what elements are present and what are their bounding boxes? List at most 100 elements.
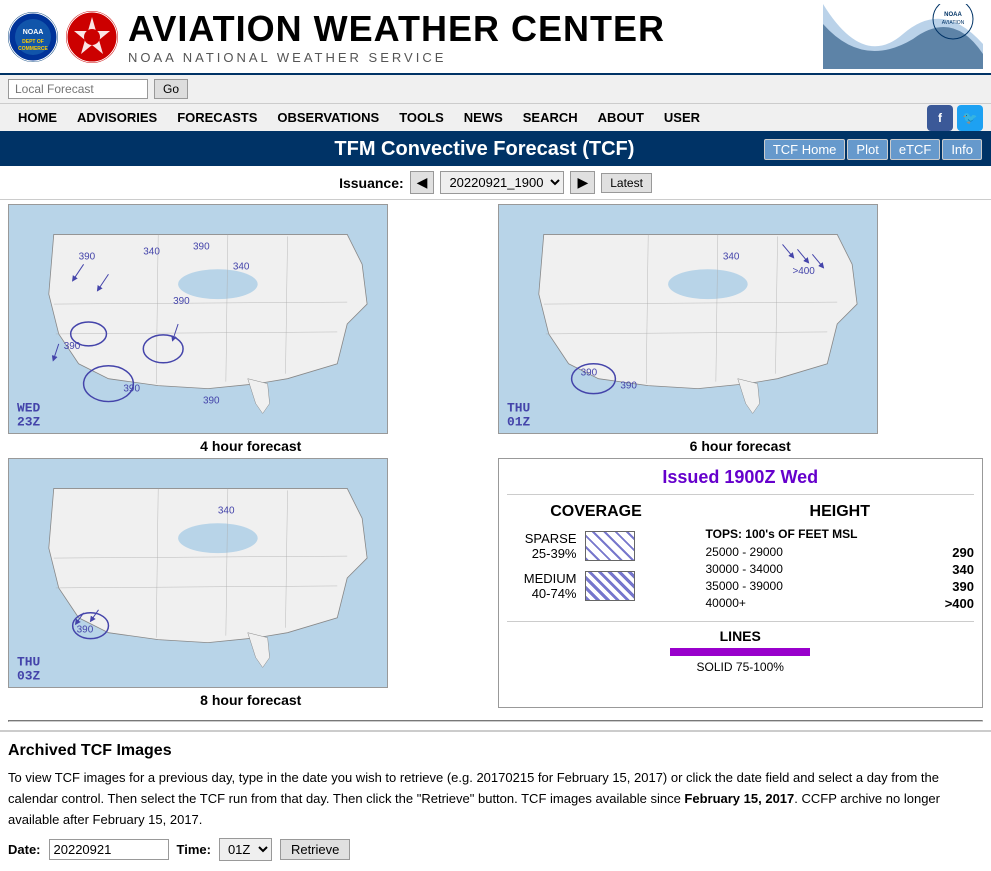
svg-text:390: 390 xyxy=(77,625,94,636)
archive-title: Archived TCF Images xyxy=(8,742,983,760)
sparse-coverage: SPARSE25-39% xyxy=(507,531,686,561)
social-icons: f 🐦 xyxy=(927,105,983,131)
height-code-390: 390 xyxy=(952,579,974,594)
bottom-row: 390 340 THU 03Z 8 hour forecast Issued 1… xyxy=(8,458,983,708)
plot-link[interactable]: Plot xyxy=(847,139,887,160)
date-input[interactable] xyxy=(49,839,169,860)
page-header: TFM Convective Forecast (TCF) TCF Home P… xyxy=(0,133,991,166)
coverage-header: COVERAGE xyxy=(507,503,686,521)
info-link[interactable]: Info xyxy=(942,139,982,160)
time-select[interactable]: 00Z01Z02Z03Z 04Z05Z06Z07Z 08Z09Z10Z11Z 1… xyxy=(219,838,272,861)
map-8hr: 390 340 THU 03Z xyxy=(8,458,388,688)
nav-user[interactable]: USER xyxy=(654,104,710,131)
medium-swatch xyxy=(585,571,635,601)
svg-text:NOAA: NOAA xyxy=(23,29,44,36)
svg-text:NOAA: NOAA xyxy=(944,12,962,18)
height-range-400: 40000+ xyxy=(706,596,746,611)
archive-bold-date: February 15, 2017 xyxy=(684,791,794,806)
nav-tools[interactable]: TOOLS xyxy=(389,104,454,131)
issuance-bar: Issuance: ◀ 20220921_1900 ▶ Latest xyxy=(0,166,991,200)
date-label: Date: xyxy=(8,842,41,857)
svg-text:340: 340 xyxy=(218,505,235,516)
legend-box: Issued 1900Z Wed COVERAGE SPARSE25-39% M… xyxy=(498,458,984,708)
header: NOAA DEPT OF COMMERCE AVIATION WEATHER C… xyxy=(0,0,991,75)
logos: NOAA DEPT OF COMMERCE xyxy=(8,11,118,63)
retrieve-button[interactable]: Retrieve xyxy=(280,839,350,860)
svg-text:THU: THU xyxy=(17,655,40,670)
issuance-select[interactable]: 20220921_1900 xyxy=(440,171,564,194)
svg-text:340: 340 xyxy=(722,251,739,262)
map-8hr-svg: 390 340 THU 03Z xyxy=(9,458,387,688)
height-row-400: 40000+ >400 xyxy=(706,596,975,611)
height-code-290: 290 xyxy=(952,545,974,560)
svg-text:03Z: 03Z xyxy=(17,668,41,683)
local-forecast-input[interactable] xyxy=(8,79,148,99)
archive-text: To view TCF images for a previous day, t… xyxy=(8,768,983,830)
archive-section: Archived TCF Images To view TCF images f… xyxy=(0,730,991,871)
next-issuance-button[interactable]: ▶ xyxy=(570,171,595,194)
nav-about[interactable]: ABOUT xyxy=(588,104,654,131)
forecast-8hr: 390 340 THU 03Z 8 hour forecast xyxy=(8,458,494,708)
svg-text:23Z: 23Z xyxy=(17,414,41,429)
time-label: Time: xyxy=(177,842,211,857)
height-range-390: 35000 - 39000 xyxy=(706,579,783,594)
svg-text:390: 390 xyxy=(203,396,220,407)
nav-home[interactable]: HOME xyxy=(8,104,67,131)
svg-text:>400: >400 xyxy=(792,266,815,277)
nav-advisories[interactable]: ADVISORIES xyxy=(67,104,167,131)
svg-text:WED: WED xyxy=(17,401,41,416)
main-content: 390 390 390 340 390 340 390 390 xyxy=(0,200,991,712)
main-title: AVIATION WEATHER CENTER xyxy=(128,8,665,50)
height-row-290: 25000 - 29000 290 xyxy=(706,545,975,560)
svg-text:340: 340 xyxy=(233,261,250,272)
etcf-link[interactable]: eTCF xyxy=(890,139,941,160)
page-header-links: TCF Home Plot eTCF Info xyxy=(764,139,982,160)
svg-text:390: 390 xyxy=(79,251,96,262)
medium-label: MEDIUM40-74% xyxy=(507,571,577,601)
nws-logo xyxy=(66,11,118,63)
subtitle: NOAA NATIONAL WEATHER SERVICE xyxy=(128,50,665,65)
svg-text:AVIATION: AVIATION xyxy=(942,20,965,26)
svg-text:COMMERCE: COMMERCE xyxy=(18,46,48,52)
map-6hr-svg: 390 390 340 >400 THU 01Z xyxy=(499,204,877,434)
height-header: HEIGHT xyxy=(706,503,975,521)
svg-text:01Z: 01Z xyxy=(506,414,530,429)
lines-section: LINES SOLID 75-100% xyxy=(507,621,975,674)
twitter-icon[interactable]: 🐦 xyxy=(957,105,983,131)
solid-label: SOLID 75-100% xyxy=(507,660,975,674)
height-row-340: 30000 - 34000 340 xyxy=(706,562,975,577)
height-code-400: >400 xyxy=(945,596,974,611)
svg-text:340: 340 xyxy=(143,246,160,257)
header-right: NOAA AVIATION xyxy=(823,4,983,69)
forecast-6hr: 390 390 340 >400 THU 01Z 6 hour forecast xyxy=(498,204,984,454)
forecast-6hr-label: 6 hour forecast xyxy=(498,438,984,454)
legend-issued: Issued 1900Z Wed xyxy=(507,467,975,495)
height-code-340: 340 xyxy=(952,562,974,577)
issuance-label: Issuance: xyxy=(339,175,404,191)
nav-observations[interactable]: OBSERVATIONS xyxy=(267,104,389,131)
latest-button[interactable]: Latest xyxy=(601,173,652,193)
noaa-wave-graphic: NOAA AVIATION xyxy=(823,4,983,69)
forecast-4hr: 390 390 390 340 390 340 390 390 xyxy=(8,204,494,454)
prev-issuance-button[interactable]: ◀ xyxy=(410,171,435,194)
facebook-icon[interactable]: f xyxy=(927,105,953,131)
medium-coverage: MEDIUM40-74% xyxy=(507,571,686,601)
svg-text:390: 390 xyxy=(64,341,81,352)
nav-news[interactable]: NEWS xyxy=(454,104,513,131)
nav-search[interactable]: SEARCH xyxy=(513,104,588,131)
top-maps: 390 390 390 340 390 340 390 390 xyxy=(8,204,983,454)
map-4hr: 390 390 390 340 390 340 390 390 xyxy=(8,204,388,434)
svg-text:390: 390 xyxy=(580,368,597,379)
svg-text:390: 390 xyxy=(173,296,190,307)
svg-text:THU: THU xyxy=(506,401,529,416)
height-range-290: 25000 - 29000 xyxy=(706,545,783,560)
lines-title: LINES xyxy=(507,628,975,644)
forecast-4hr-label: 4 hour forecast xyxy=(8,438,494,454)
height-range-340: 30000 - 34000 xyxy=(706,562,783,577)
sparse-swatch xyxy=(585,531,635,561)
nav-forecasts[interactable]: FORECASTS xyxy=(167,104,267,131)
svg-text:390: 390 xyxy=(193,241,210,252)
height-row-390: 35000 - 39000 390 xyxy=(706,579,975,594)
go-button[interactable]: Go xyxy=(154,79,188,99)
tcf-home-link[interactable]: TCF Home xyxy=(764,139,846,160)
